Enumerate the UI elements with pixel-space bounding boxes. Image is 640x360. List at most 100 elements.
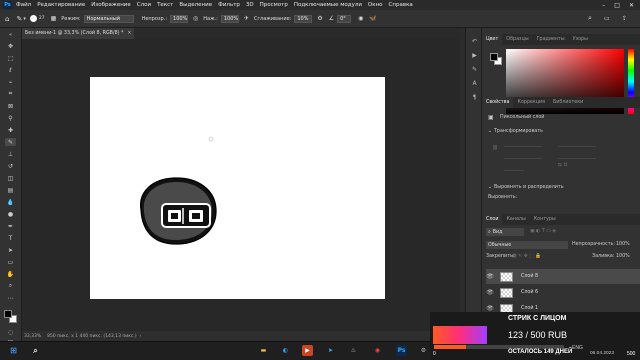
close-tab-icon[interactable]: × xyxy=(127,31,131,36)
more-tools-icon[interactable]: ⋯ xyxy=(5,294,16,302)
brush-tool-icon[interactable]: ✎ xyxy=(5,138,16,146)
history-icon[interactable]: ↶ xyxy=(470,38,479,45)
brush-tool-icon[interactable]: ✎ xyxy=(16,15,22,23)
tab-properties[interactable]: Свойства xyxy=(482,97,514,108)
brush-settings-icon[interactable]: ✎ xyxy=(470,66,479,73)
tab-adjustments[interactable]: Коррекция xyxy=(513,100,549,105)
y-field[interactable] xyxy=(558,152,596,159)
blur-tool-icon[interactable]: 💧 xyxy=(5,198,16,206)
home-icon[interactable]: ⌂ xyxy=(5,15,9,23)
maximize-button[interactable]: □ xyxy=(614,2,620,9)
move-tool-icon[interactable]: ✥ xyxy=(5,42,16,50)
angle-field[interactable]: 0° xyxy=(337,14,352,23)
zoom-tool-icon[interactable]: ⌕ xyxy=(5,282,16,290)
flow-field[interactable]: 100% xyxy=(220,14,239,23)
quick-select-tool-icon[interactable]: ⌁ xyxy=(5,78,16,86)
menu-image[interactable]: Изображение xyxy=(91,2,131,8)
tab-layers[interactable]: Слои xyxy=(482,214,503,225)
menu-3d[interactable]: 3D xyxy=(246,2,254,8)
collapse-arrows-icon[interactable]: « xyxy=(5,31,16,39)
menu-select[interactable]: Выделение xyxy=(179,2,212,8)
layer-filter-select[interactable]: ⌕ Вид xyxy=(486,228,524,236)
menu-window[interactable]: Окно xyxy=(368,2,383,8)
flip-icons[interactable]: ⇆ ⇅ xyxy=(558,163,568,168)
keyboard-language[interactable]: ENG xyxy=(572,345,583,351)
mode-select[interactable]: Нормальный xyxy=(83,14,134,23)
gradient-tool-icon[interactable]: ▤ xyxy=(5,186,16,194)
tab-paths[interactable]: Контуры xyxy=(530,217,560,222)
layer-filter-icons[interactable]: ▣ ◐ T ▭ ◈ xyxy=(530,229,556,234)
transform-expand-icon[interactable]: ⌄ xyxy=(488,129,492,134)
menu-plugins[interactable]: Подключаемые модули xyxy=(294,2,362,8)
taskbar-date[interactable]: 06.04.2023 xyxy=(590,351,614,356)
panel-fg-swatch[interactable] xyxy=(490,53,498,61)
actions-icon[interactable]: ▶ xyxy=(470,52,479,59)
menu-view[interactable]: Просмотр xyxy=(260,2,288,8)
taskbar-app-icon[interactable]: ⚙ xyxy=(418,345,429,356)
search-icon[interactable]: ⌕ xyxy=(588,14,592,23)
layer-row[interactable]: 👁 Слой 6 xyxy=(486,285,640,300)
link-icon[interactable]: ⛓ xyxy=(492,146,498,151)
tab-patterns[interactable]: Узоры xyxy=(569,37,592,42)
zoom-level[interactable]: 33,33% xyxy=(24,334,41,339)
rectangle-tool-icon[interactable]: ▭ xyxy=(5,258,16,266)
align-expand-icon[interactable]: ⌄ xyxy=(488,185,492,190)
pressure-size-icon[interactable]: ◉ xyxy=(358,15,363,22)
search-icon[interactable]: ⌕ xyxy=(30,345,41,356)
menu-edit[interactable]: Редактирование xyxy=(37,2,85,8)
menu-help[interactable]: Справка xyxy=(389,2,413,8)
path-select-tool-icon[interactable]: ➤ xyxy=(5,246,16,254)
tab-libraries[interactable]: Библиотеки xyxy=(549,100,587,105)
blend-mode-select[interactable]: Обычные xyxy=(486,241,568,249)
brush-settings-icon[interactable]: ▦ xyxy=(51,15,57,22)
chevron-down-icon[interactable]: ▾ xyxy=(23,16,26,22)
eraser-tool-icon[interactable]: ◫ xyxy=(5,174,16,182)
quick-mask-icon[interactable]: ◌ xyxy=(5,328,16,336)
lock-icons[interactable]: ▦ ✎ ✥ ⬚ 🔒 xyxy=(512,254,541,259)
foreground-color-swatch[interactable] xyxy=(4,310,12,318)
document-info[interactable]: 850 пикс. х 1 440 пикс. (143,13 пикс.) xyxy=(47,334,136,339)
chevron-right-icon[interactable]: › xyxy=(140,334,142,339)
hand-tool-icon[interactable]: ✋ xyxy=(5,270,16,278)
tab-gradients[interactable]: Градиенты xyxy=(533,37,569,42)
app-icon-red[interactable]: ▶ xyxy=(302,345,313,356)
angle-field-panel[interactable] xyxy=(504,164,524,171)
history-brush-tool-icon[interactable]: ↺ xyxy=(5,162,16,170)
tab-channels[interactable]: Каналы xyxy=(502,217,529,222)
pen-tool-icon[interactable]: ✒ xyxy=(5,222,16,230)
dodge-tool-icon[interactable]: ● xyxy=(5,210,16,218)
eyedropper-tool-icon[interactable]: ⚲ xyxy=(5,114,16,122)
layer-row[interactable]: 👁 Слой 8 xyxy=(486,269,640,284)
artboard-tool-icon[interactable]: ⬚ xyxy=(5,54,16,62)
minimize-button[interactable]: – xyxy=(602,2,605,9)
telegram-icon[interactable]: ➤ xyxy=(325,345,336,356)
type-tool-icon[interactable]: T xyxy=(5,234,16,242)
menu-type[interactable]: Текст xyxy=(157,2,173,8)
tab-swatches[interactable]: Образцы xyxy=(502,37,532,42)
character-icon[interactable]: A xyxy=(470,80,479,87)
menu-file[interactable]: Файл xyxy=(16,2,31,8)
lasso-tool-icon[interactable]: ℓ xyxy=(5,66,16,74)
photoshop-taskbar-icon[interactable]: Ps xyxy=(396,345,407,356)
fill-value[interactable]: 100% xyxy=(616,254,630,259)
healing-brush-tool-icon[interactable]: ✚ xyxy=(5,126,16,134)
pressure-opacity-icon[interactable]: ◎ xyxy=(193,15,198,22)
obs-icon[interactable]: ◉ xyxy=(372,345,383,356)
eye-icon[interactable]: 👁 xyxy=(486,273,494,280)
file-explorer-icon[interactable]: ▬ xyxy=(258,345,269,356)
eye-icon[interactable]: 👁 xyxy=(486,305,494,312)
crop-tool-icon[interactable]: ⌗ xyxy=(5,90,16,98)
gear-icon[interactable]: ⚙ xyxy=(317,15,322,22)
height-field[interactable] xyxy=(504,152,542,159)
layer-opacity-value[interactable]: 100% xyxy=(616,242,630,247)
document-tab[interactable]: Без имени-1 @ 33,3% (Слой 8, RGB/8) * × xyxy=(22,28,134,39)
brush-preset-picker[interactable] xyxy=(29,15,37,22)
opacity-field[interactable]: 100% xyxy=(170,14,189,23)
start-icon[interactable]: ⊞ xyxy=(8,345,19,356)
frame-tool-icon[interactable]: ⊠ xyxy=(5,102,16,110)
paragraph-icon[interactable]: ¶ xyxy=(470,94,479,101)
width-field[interactable] xyxy=(504,140,542,147)
menu-filter[interactable]: Фильтр xyxy=(218,2,240,8)
close-window-button[interactable]: ✕ xyxy=(629,2,634,9)
menu-layers[interactable]: Слои xyxy=(137,2,151,8)
